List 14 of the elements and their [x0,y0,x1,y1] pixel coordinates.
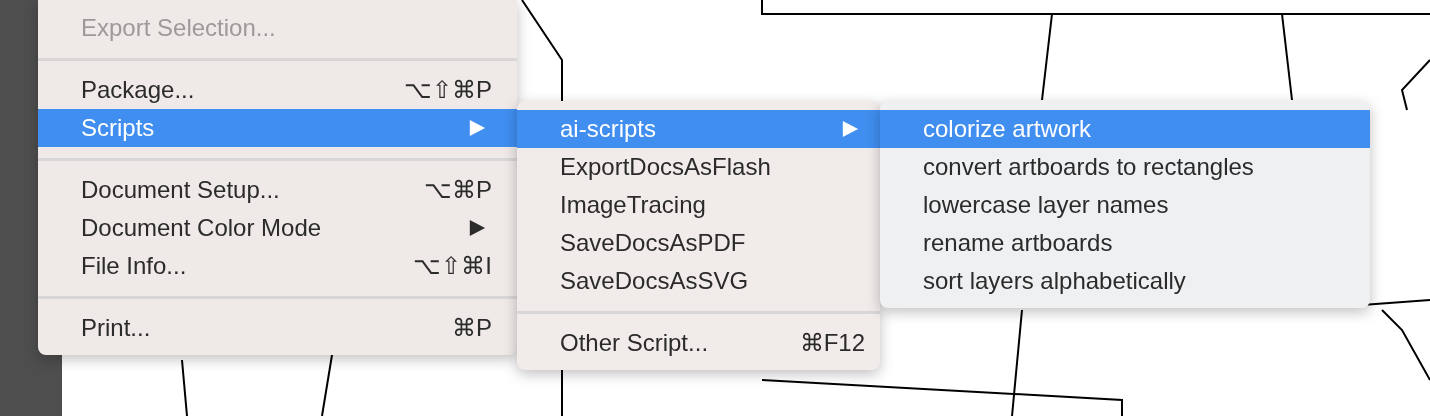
menu-item[interactable]: Package... ⌥⇧⌘P [38,71,517,109]
menu-item[interactable]: SaveDocsAsPDF [517,224,880,262]
menu-item[interactable]: ImageTracing [517,186,880,224]
menu-item[interactable]: Document Setup... ⌥⌘P [38,171,517,209]
menu-item[interactable]: rename artboards [880,224,1370,262]
menu-item[interactable]: File Info... ⌥⇧⌘I [38,247,517,285]
menu-item[interactable]: ExportDocsAsFlash [517,148,880,186]
menu-item[interactable]: lowercase layer names [880,186,1370,224]
menu-item[interactable]: Document Color Mode [38,209,517,247]
menu-item[interactable]: SaveDocsAsSVG [517,262,880,300]
menu-item[interactable]: sort layers alphabetically [880,262,1370,300]
menu-item[interactable]: Print... ⌘P [38,309,517,347]
menu-item[interactable]: Other Script... ⌘F12 [517,324,880,362]
menu-item[interactable]: convert artboards to rectangles [880,148,1370,186]
